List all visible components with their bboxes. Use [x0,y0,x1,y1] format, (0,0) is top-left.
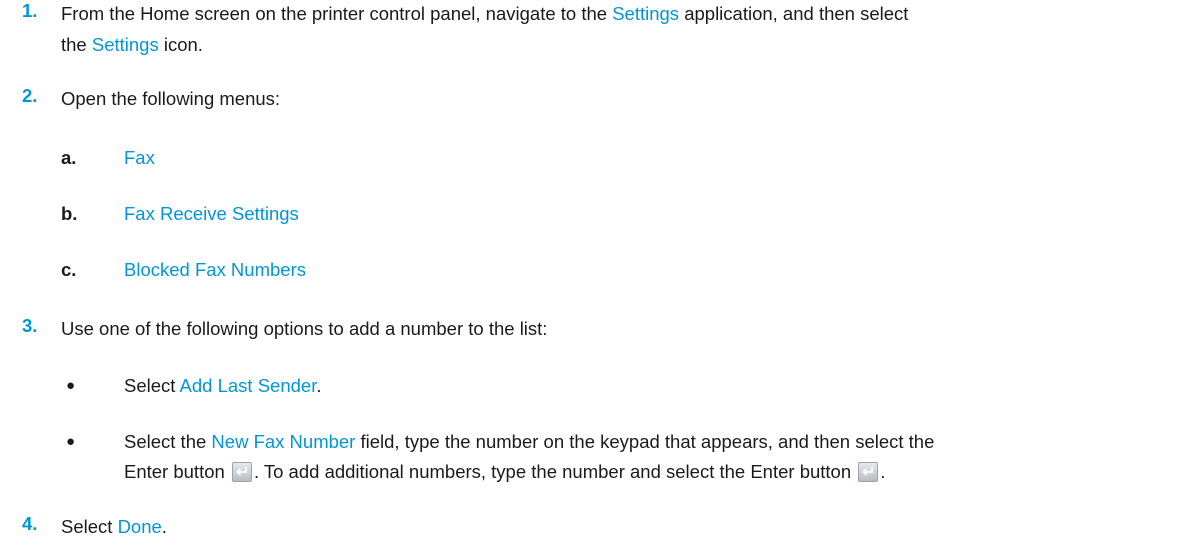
settings-app-link[interactable]: Settings [612,3,679,24]
step-number: 4. [22,513,38,534]
bullet-text: Select Add Last Sender. [124,375,322,396]
sub-letter: c. [61,259,77,280]
step-number: 2. [22,85,38,106]
menu-blocked-fax-numbers-link[interactable]: Blocked Fax Numbers [124,259,306,281]
step-text-line2: the Settings icon. [61,34,203,55]
sub-letter: a. [61,147,77,168]
step-text: Select Done. [61,516,167,537]
step-number: 1. [22,0,38,21]
new-fax-number-link[interactable]: New Fax Number [211,431,355,452]
enter-key-icon [231,462,252,482]
step-text: Use one of the following options to add … [61,318,548,339]
step-text: From the Home screen on the printer cont… [61,3,909,24]
add-last-sender-link[interactable]: Add Last Sender [180,375,317,396]
step-number: 3. [22,315,38,336]
settings-icon-link[interactable]: Settings [92,34,159,55]
bullet-text: Select the New Fax Number field, type th… [124,431,935,452]
enter-key-icon [858,462,879,482]
menu-fax-receive-settings-link[interactable]: Fax Receive Settings [124,203,299,225]
bullet-text-line2: Enter button . To add additional numbers… [124,461,886,482]
bullet-icon: ● [66,433,76,450]
step-text: Open the following menus: [61,88,281,109]
sub-letter: b. [61,203,78,224]
done-link[interactable]: Done [118,516,162,537]
menu-fax-link[interactable]: Fax [124,147,155,169]
bullet-icon: ● [66,377,76,394]
